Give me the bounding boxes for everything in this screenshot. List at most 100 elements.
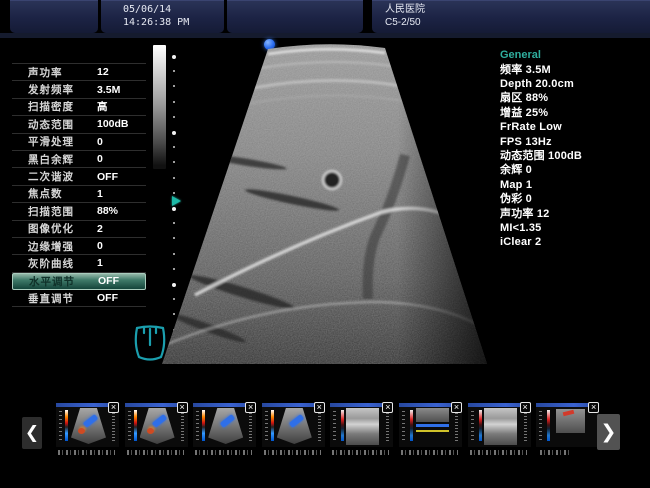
thumbnail-image	[330, 407, 393, 447]
parameter-value: OFF	[98, 275, 145, 287]
info-line-9: Map 1	[500, 178, 648, 192]
thumbnail-image	[262, 407, 325, 447]
parameter-row-12[interactable]: 灰阶曲线1	[12, 255, 146, 272]
parameter-row-1[interactable]: 声功率12	[12, 64, 146, 81]
parameter-value: 0	[97, 136, 146, 148]
thumbnail-close-icon[interactable]: ×	[177, 402, 188, 413]
parameter-row-5[interactable]: 平滑处理0	[12, 134, 146, 151]
info-line-3: 扇区 88%	[500, 91, 648, 105]
thumbnail-caption	[470, 450, 527, 455]
parameter-label: 平滑处理	[28, 134, 97, 149]
parameter-row-8[interactable]: 焦点数1	[12, 186, 146, 203]
parameter-value: 1	[97, 188, 146, 200]
thumbnail-close-icon[interactable]: ×	[520, 402, 531, 413]
hospital-name: 人民医院	[372, 0, 650, 16]
filmstrip-prev-button[interactable]: ❮	[22, 417, 42, 449]
thumbnail-3[interactable]: ×	[193, 403, 256, 461]
parameter-label: 图像优化	[28, 221, 97, 236]
thumbnail-image	[56, 407, 119, 447]
thumbnail-caption	[401, 450, 458, 455]
thumbnail-4[interactable]: ×	[262, 403, 325, 461]
thumbnail-image	[536, 407, 599, 447]
thumbnail-close-icon[interactable]: ×	[588, 402, 599, 413]
ultrasound-image[interactable]	[150, 40, 495, 370]
info-line-5: FrRate Low	[500, 120, 648, 134]
info-line-1: 频率 3.5M	[500, 63, 648, 77]
parameter-value: 0	[97, 240, 146, 252]
parameter-row-10[interactable]: 图像优化2	[12, 221, 146, 238]
parameter-label: 垂直调节	[28, 291, 97, 306]
thumbnail-caption	[195, 450, 252, 455]
clock: 05/06/14 14:26:38 PM	[101, 0, 224, 33]
info-line-8: 余辉 0	[500, 163, 648, 177]
parameter-value: OFF	[97, 171, 146, 183]
header-segment-blank-left	[10, 0, 98, 33]
thumbnail-caption	[540, 450, 570, 455]
parameter-value: 3.5M	[97, 84, 146, 96]
thumbnail-7[interactable]: ×	[468, 403, 531, 461]
parameter-value: 88%	[97, 205, 146, 217]
parameter-row-3[interactable]: 扫描密度高	[12, 99, 146, 116]
parameter-value: 2	[97, 223, 146, 235]
parameter-row-2[interactable]: 发射频率3.5M	[12, 81, 146, 98]
parameter-label: 动态范围	[28, 117, 97, 132]
thumbnail-close-icon[interactable]: ×	[382, 402, 393, 413]
parameter-label: 边缘增强	[28, 239, 97, 254]
parameter-value: 12	[97, 66, 146, 78]
parameter-row-11[interactable]: 边缘增强0	[12, 238, 146, 255]
thumbnail-caption	[127, 450, 184, 455]
parameter-label: 焦点数	[28, 186, 97, 201]
info-line-12: MI<1.35	[500, 221, 648, 235]
parameter-label: 黑白余辉	[28, 152, 97, 167]
ultrasound-screen: 05/06/14 14:26:38 PM 人民医院 C5-2/50 声功率12发…	[0, 0, 650, 488]
thumbnail-2[interactable]: ×	[125, 403, 188, 461]
parameter-label: 二次谐波	[28, 169, 97, 184]
clock-time: 14:26:38 PM	[101, 16, 224, 29]
thumbnail-close-icon[interactable]: ×	[245, 402, 256, 413]
thumbnail-close-icon[interactable]: ×	[314, 402, 325, 413]
thumbnail-close-icon[interactable]: ×	[108, 402, 119, 413]
info-line-7: 动态范围 100dB	[500, 149, 648, 163]
filmstrip-next-button[interactable]: ❯	[597, 414, 620, 450]
body-marker-icon	[131, 320, 169, 364]
thumbnail-caption	[58, 450, 115, 455]
image-info-panel: General 频率 3.5MDepth 20.0cm扇区 88%增益 25%F…	[500, 48, 648, 250]
thumbnail-8[interactable]: ×	[536, 403, 599, 461]
header-segment-blank-mid	[227, 0, 363, 33]
parameter-row-9[interactable]: 扫描范围88%	[12, 203, 146, 220]
info-line-6: FPS 13Hz	[500, 135, 648, 149]
info-line-2: Depth 20.0cm	[500, 77, 648, 91]
parameter-list: 声功率12发射频率3.5M扫描密度高动态范围100dB平滑处理0黑白余辉0二次谐…	[12, 63, 146, 307]
header-substrip	[0, 33, 650, 38]
thumbnail-image	[125, 407, 188, 447]
parameter-row-14[interactable]: 垂直调节OFF	[12, 290, 146, 307]
thumbnail-5[interactable]: ×	[330, 403, 393, 461]
thumbnail-close-icon[interactable]: ×	[451, 402, 462, 413]
parameter-label: 扫描范围	[28, 204, 97, 219]
hospital-info: 人民医院 C5-2/50	[372, 0, 650, 33]
parameter-value: 100dB	[97, 118, 146, 130]
parameter-value: 1	[97, 257, 146, 269]
parameter-value: 0	[97, 153, 146, 165]
thumbnail-6[interactable]: ×	[399, 403, 462, 461]
thumbnail-image	[468, 407, 531, 447]
thumbnail-image	[399, 407, 462, 447]
info-line-13: iClear 2	[500, 235, 648, 249]
thumbnail-caption	[264, 450, 321, 455]
parameter-label: 水平调节	[29, 274, 98, 289]
parameter-row-7[interactable]: 二次谐波OFF	[12, 168, 146, 185]
parameter-row-4[interactable]: 动态范围100dB	[12, 116, 146, 133]
info-line-4: 增益 25%	[500, 106, 648, 120]
parameter-value: 高	[97, 99, 146, 114]
parameter-row-6[interactable]: 黑白余辉0	[12, 151, 146, 168]
clock-date: 05/06/14	[101, 0, 224, 16]
thumbnail-1[interactable]: ×	[56, 403, 119, 461]
thumbnail-image	[193, 407, 256, 447]
probe-preset: C5-2/50	[372, 16, 650, 29]
thumbnail-caption	[332, 450, 389, 455]
parameter-label: 声功率	[28, 65, 97, 80]
info-line-10: 伪彩 0	[500, 192, 648, 206]
parameter-row-13[interactable]: 水平调节OFF	[12, 273, 146, 290]
preset-title: General	[500, 48, 648, 63]
parameter-label: 灰阶曲线	[28, 256, 97, 271]
